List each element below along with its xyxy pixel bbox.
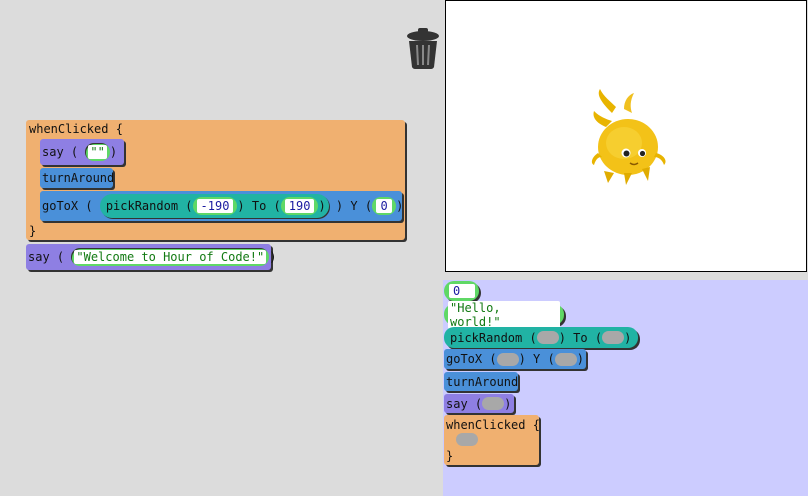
number-input[interactable]: 190 [280, 197, 319, 215]
y-keyword: Y [350, 199, 358, 213]
number-value[interactable]: 0 [376, 199, 393, 213]
string-value[interactable]: "Welcome to Hour of Code!" [74, 250, 267, 264]
number-value[interactable]: 190 [284, 199, 315, 213]
goto-block[interactable]: goToX ( pickRandom ( -190 ) To ( 190 ) )… [40, 191, 403, 221]
to-keyword: To [573, 330, 588, 345]
string-input[interactable]: "Welcome to Hour of Code!" [71, 248, 270, 266]
palette-string-block[interactable]: "Hello, world!" [444, 300, 564, 329]
number-input[interactable]: 0 [372, 197, 397, 215]
goto-keyword: goToX [42, 199, 79, 213]
pick-random-keyword: pickRandom [450, 330, 523, 345]
palette-say-block[interactable]: say ( ) [444, 394, 514, 413]
empty-slot[interactable] [496, 352, 519, 366]
string-value[interactable]: "" [88, 145, 107, 159]
turn-around-label: turnAround [446, 374, 519, 389]
say-block[interactable]: say ( "" ) [40, 139, 124, 165]
say-keyword: say [28, 250, 50, 264]
yellow-monster-sprite[interactable] [584, 87, 670, 190]
say-keyword: say [446, 396, 468, 411]
string-value: "Hello, world!" [448, 300, 560, 329]
empty-slot[interactable] [536, 331, 559, 344]
pick-random-keyword: pickRandom [105, 199, 179, 213]
palette-number-block[interactable]: 0 [444, 281, 479, 301]
palette-turn-around-block[interactable]: turnAround [444, 372, 518, 391]
when-clicked-label: whenClicked { [29, 122, 123, 136]
stage[interactable] [445, 0, 807, 272]
empty-slot[interactable] [456, 433, 478, 446]
say-block[interactable]: say ( "Welcome to Hour of Code!" ) [26, 244, 276, 270]
y-keyword: Y [533, 352, 541, 366]
string-input[interactable]: "" [85, 143, 110, 161]
empty-slot[interactable] [554, 352, 577, 366]
goto-keyword: goToX [446, 352, 483, 366]
say-keyword: say [42, 145, 64, 159]
trash-can-icon[interactable] [405, 28, 441, 73]
block-palette[interactable]: 0 "Hello, world!" pickRandom ( ) To ( ) … [443, 280, 808, 496]
palette-pick-random-block[interactable]: pickRandom ( ) To ( ) [444, 327, 638, 348]
empty-slot[interactable] [482, 397, 505, 410]
to-keyword: To [251, 199, 267, 213]
turn-around-label: turnAround [42, 171, 115, 185]
close-brace: } [29, 224, 37, 238]
close-brace: } [446, 449, 454, 463]
pick-random-block[interactable]: pickRandom ( -190 ) To ( 190 ) [99, 194, 329, 218]
code-workspace[interactable]: whenClicked { } say ( "" ) turnAround go… [0, 0, 443, 496]
palette-when-clicked-block[interactable]: whenClicked { } [444, 415, 540, 465]
when-clicked-label: whenClicked { [446, 418, 540, 432]
when-clicked-block[interactable]: whenClicked { } say ( "" ) turnAround go… [26, 120, 405, 240]
turn-around-block[interactable]: turnAround [40, 168, 115, 188]
number-input[interactable]: -190 [192, 197, 238, 215]
palette-goto-block[interactable]: goToX ( ) Y ( ) [444, 349, 586, 369]
number-value[interactable]: -190 [196, 199, 234, 213]
number-value: 0 [449, 284, 475, 298]
empty-slot[interactable] [602, 331, 625, 344]
